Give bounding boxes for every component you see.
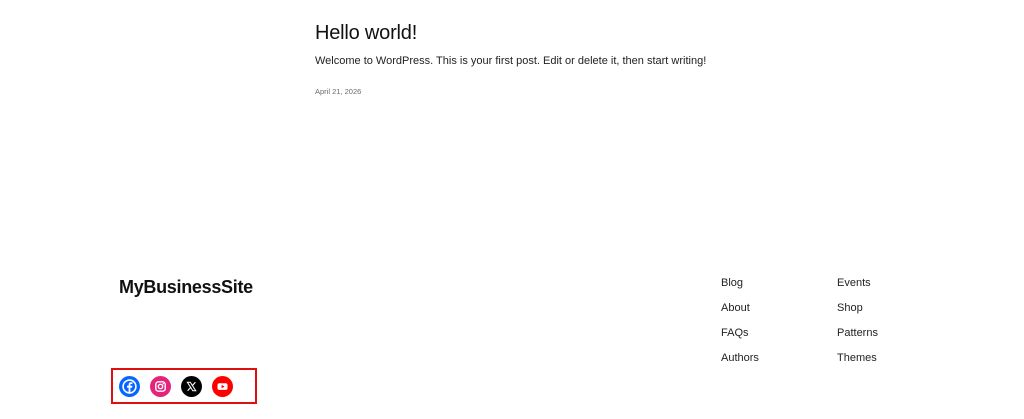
footer-link-about[interactable]: About <box>721 302 759 327</box>
footer-link-shop[interactable]: Shop <box>837 302 878 327</box>
footer-link-patterns[interactable]: Patterns <box>837 327 878 352</box>
footer-nav-column-1: Blog About FAQs Authors <box>721 277 759 377</box>
youtube-icon[interactable] <box>212 376 233 397</box>
footer-nav-column-2: Events Shop Patterns Themes <box>837 277 878 377</box>
x-icon[interactable] <box>181 376 202 397</box>
post-title[interactable]: Hello world! <box>315 20 875 46</box>
footer-link-authors[interactable]: Authors <box>721 352 759 377</box>
footer-link-events[interactable]: Events <box>837 277 878 302</box>
footer-link-themes[interactable]: Themes <box>837 352 878 377</box>
instagram-icon[interactable] <box>150 376 171 397</box>
footer-site-title[interactable]: MyBusinessSite <box>119 276 253 298</box>
footer-link-blog[interactable]: Blog <box>721 277 759 302</box>
post: Hello world! Welcome to WordPress. This … <box>315 20 875 97</box>
facebook-icon[interactable] <box>119 376 140 397</box>
page: Hello world! Welcome to WordPress. This … <box>0 0 1024 419</box>
footer-link-faqs[interactable]: FAQs <box>721 327 759 352</box>
post-date[interactable]: April 21, 2026 <box>315 87 875 97</box>
social-links <box>119 376 233 397</box>
post-excerpt: Welcome to WordPress. This is your first… <box>315 55 707 67</box>
